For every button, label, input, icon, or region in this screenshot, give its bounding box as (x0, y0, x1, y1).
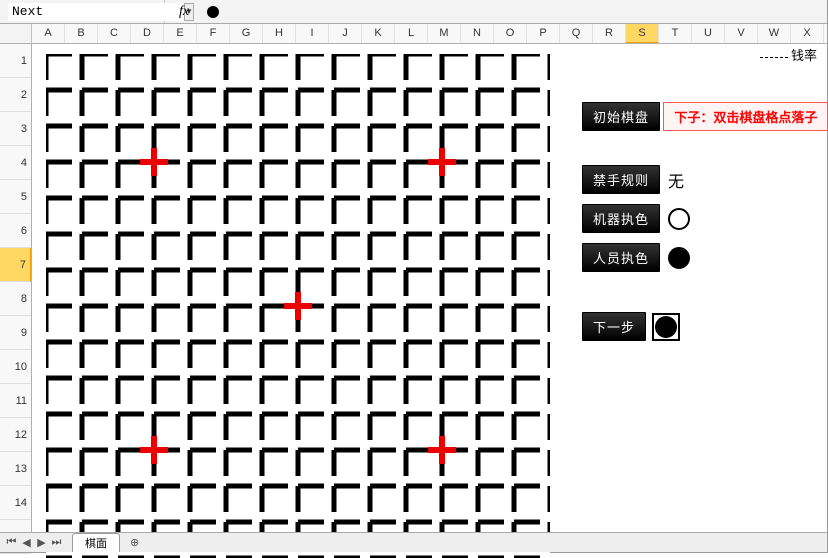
column-header[interactable]: T (659, 24, 692, 43)
column-header[interactable]: H (263, 24, 296, 43)
column-header[interactable]: X (791, 24, 824, 43)
column-header[interactable]: F (197, 24, 230, 43)
column-headers: ABCDEFGHIJKLMNOPQRSTUVWX (0, 24, 827, 44)
column-header[interactable]: P (527, 24, 560, 43)
fx-label[interactable]: fx (165, 4, 203, 20)
column-header[interactable]: B (65, 24, 98, 43)
name-box[interactable] (8, 3, 184, 21)
column-header[interactable]: U (692, 24, 725, 43)
black-stone-icon (655, 316, 677, 338)
row-header[interactable]: 6 (0, 214, 31, 248)
column-header[interactable]: L (395, 24, 428, 43)
row-header[interactable]: 9 (0, 316, 31, 350)
sheet-tab-add[interactable]: ⊕ (120, 535, 149, 550)
formula-value[interactable] (203, 6, 827, 18)
row-header[interactable]: 4 (0, 146, 31, 180)
row-header[interactable]: 3 (0, 112, 31, 146)
column-header[interactable]: M (428, 24, 461, 43)
sheet-tab-active[interactable]: 棋面 (72, 533, 120, 552)
column-header[interactable]: O (494, 24, 527, 43)
row-header[interactable]: 10 (0, 350, 31, 384)
row-header[interactable]: 5 (0, 180, 31, 214)
sheet-tab-bar: ⏮ ◀ ▶ ⏭ 棋面 ⊕ (0, 532, 827, 552)
column-header[interactable]: A (32, 24, 65, 43)
row-headers: 123456789101112131415 (0, 44, 32, 532)
row-header[interactable]: 7 (0, 248, 31, 282)
column-header[interactable]: Q (560, 24, 593, 43)
white-stone-icon (668, 208, 690, 230)
column-header[interactable]: R (593, 24, 626, 43)
row-header[interactable]: 13 (0, 452, 31, 486)
formula-bar: ▼ fx (0, 0, 827, 24)
black-stone-icon (668, 247, 690, 269)
go-board[interactable] (46, 54, 550, 558)
human-color-button[interactable]: 人员执色 (582, 243, 660, 272)
column-header[interactable]: I (296, 24, 329, 43)
instruction-pane: 下子：双击棋盘格点落子 (663, 102, 828, 131)
row-header[interactable]: 14 (0, 486, 31, 520)
forbidden-rule-value: 无 (668, 168, 684, 192)
column-header[interactable]: E (164, 24, 197, 43)
row-header[interactable]: 12 (0, 418, 31, 452)
next-indicator (652, 313, 680, 341)
tab-nav-last-icon[interactable]: ⏭ (49, 536, 64, 549)
row-header[interactable]: 2 (0, 78, 31, 112)
column-header[interactable]: J (329, 24, 362, 43)
name-box-wrap: ▼ (0, 0, 165, 23)
column-header[interactable]: S (626, 24, 659, 43)
row-header[interactable]: 8 (0, 282, 31, 316)
init-board-button[interactable]: 初始棋盘 (582, 102, 660, 131)
tab-nav-prev-icon[interactable]: ◀ (19, 536, 34, 549)
select-all-corner[interactable] (0, 24, 32, 43)
row-header[interactable]: 1 (0, 44, 31, 78)
spreadsheet-body: 123456789101112131415 初始棋盘 下子：双击棋盘格点落子 禁… (0, 44, 827, 532)
stone-black-icon (207, 6, 219, 18)
sheet-canvas: 初始棋盘 下子：双击棋盘格点落子 禁手规则 无 机器执色 人员执色 下一步 (32, 44, 827, 532)
author-signature: 钱率 (760, 45, 817, 64)
column-header[interactable]: G (230, 24, 263, 43)
tab-nav-next-icon[interactable]: ▶ (34, 536, 49, 549)
control-panel: 初始棋盘 下子：双击棋盘格点落子 禁手规则 无 机器执色 人员执色 下一步 (582, 102, 828, 351)
column-header[interactable]: C (98, 24, 131, 43)
next-step-button[interactable]: 下一步 (582, 312, 646, 341)
column-header[interactable]: W (758, 24, 791, 43)
forbidden-rule-button[interactable]: 禁手规则 (582, 165, 660, 194)
row-header[interactable]: 11 (0, 384, 31, 418)
tab-nav: ⏮ ◀ ▶ ⏭ (0, 536, 68, 549)
column-header[interactable]: D (131, 24, 164, 43)
column-header[interactable]: N (461, 24, 494, 43)
machine-color-button[interactable]: 机器执色 (582, 204, 660, 233)
column-header[interactable]: V (725, 24, 758, 43)
column-header[interactable]: K (362, 24, 395, 43)
tab-nav-first-icon[interactable]: ⏮ (4, 536, 19, 549)
